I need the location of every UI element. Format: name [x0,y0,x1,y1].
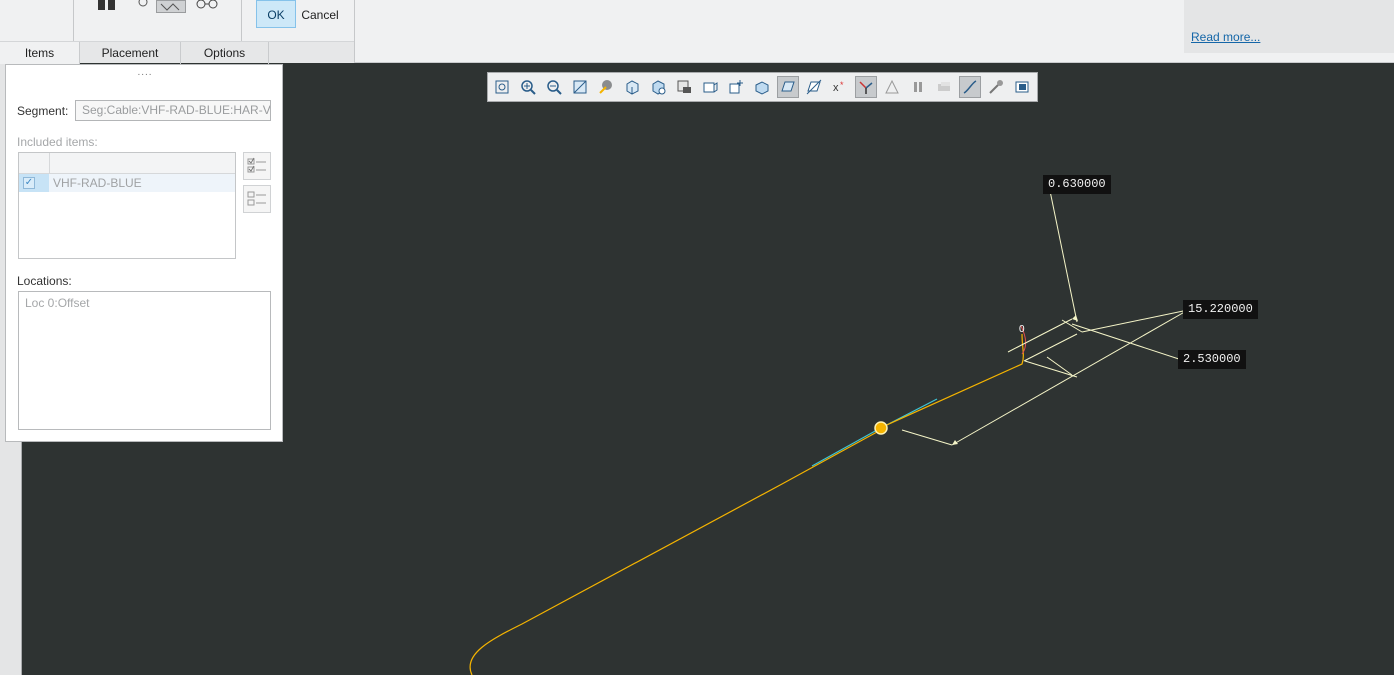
dimension-lines [901,185,1189,446]
dimension-label[interactable]: 2.530000 [1178,350,1246,369]
cable-curve [469,431,878,675]
read-more-link[interactable]: Read more... [1191,30,1260,44]
ribbon: OK Cancel Items Placement Options Read m… [0,0,1394,65]
pause-icon[interactable] [907,76,929,98]
included-items-list[interactable]: ✓ VHF-RAD-BLUE [18,152,236,259]
item-checkbox[interactable]: ✓ [23,177,35,189]
item-label: VHF-RAD-BLUE [53,176,142,190]
included-items-label: Included items: [17,135,98,149]
ribbon-separator [73,0,74,41]
csys-display-icon[interactable] [855,76,877,98]
segment-field[interactable]: Seg:Cable:VHF-RAD-BLUE:HAR-VH [75,100,271,121]
verify-mode-icon[interactable] [156,0,186,13]
dashboard-tabs: Items Placement Options [0,41,354,65]
dimension-label[interactable]: 0.630000 [1043,175,1111,194]
ribbon-separator [354,0,355,63]
locations-list[interactable]: Loc 0:Offset [18,291,271,430]
dimension-arrow [952,315,1078,445]
svg-text:x: x [833,82,839,94]
section-icon[interactable] [933,76,955,98]
preview-icon[interactable] [136,0,150,8]
list-item[interactable]: ✓ VHF-RAD-BLUE [19,174,235,192]
axis-display-icon[interactable] [803,76,825,98]
plane-display-icon[interactable] [777,76,799,98]
pause-icon[interactable] [95,0,119,10]
refit-icon[interactable] [491,76,513,98]
annotation-display-icon[interactable] [751,76,773,98]
tab-items[interactable]: Items [0,42,80,65]
help-info-box [1184,0,1394,53]
view-manager-icon[interactable] [673,76,695,98]
tab-options[interactable]: Options [181,42,269,64]
select-all-button[interactable] [243,152,271,180]
glasses-icon[interactable] [193,0,221,10]
cable-end-marker: 0 [1019,324,1025,335]
spin-center-icon[interactable] [725,76,747,98]
segment-label: Segment: [17,104,69,118]
location-point [874,421,888,435]
named-views-icon[interactable] [647,76,669,98]
panel-grip[interactable]: .... [6,67,284,78]
zoom-in-icon[interactable] [517,76,539,98]
ok-button[interactable]: OK [256,0,296,28]
items-panel: .... Segment: Seg:Cable:VHF-RAD-BLUE:HAR… [5,64,283,442]
list-item[interactable]: Loc 0:Offset [25,296,89,310]
cable-curve-highlight [811,398,938,467]
graphics-toolbar: x * [487,72,1038,102]
zoom-out-icon[interactable] [543,76,565,98]
cable-curve-segment [879,333,1024,429]
display-style-icon[interactable] [595,76,617,98]
list-header [19,153,235,174]
cancel-button[interactable]: Cancel [300,0,340,28]
deselect-all-button[interactable] [243,185,271,213]
repaint-icon[interactable] [569,76,591,98]
dimension-label[interactable]: 15.220000 [1183,300,1258,319]
3d-note-icon[interactable] [1011,76,1033,98]
curve-display-icon[interactable] [959,76,981,98]
spin-center-display-icon[interactable] [881,76,903,98]
svg-text:*: * [840,80,844,90]
point-display-icon[interactable]: x * [829,76,851,98]
cable-display-icon[interactable] [985,76,1007,98]
saved-orientations-icon[interactable] [621,76,643,98]
locations-label: Locations: [17,274,72,288]
ribbon-separator [241,0,242,41]
perspective-icon[interactable] [699,76,721,98]
tab-placement[interactable]: Placement [80,42,181,64]
